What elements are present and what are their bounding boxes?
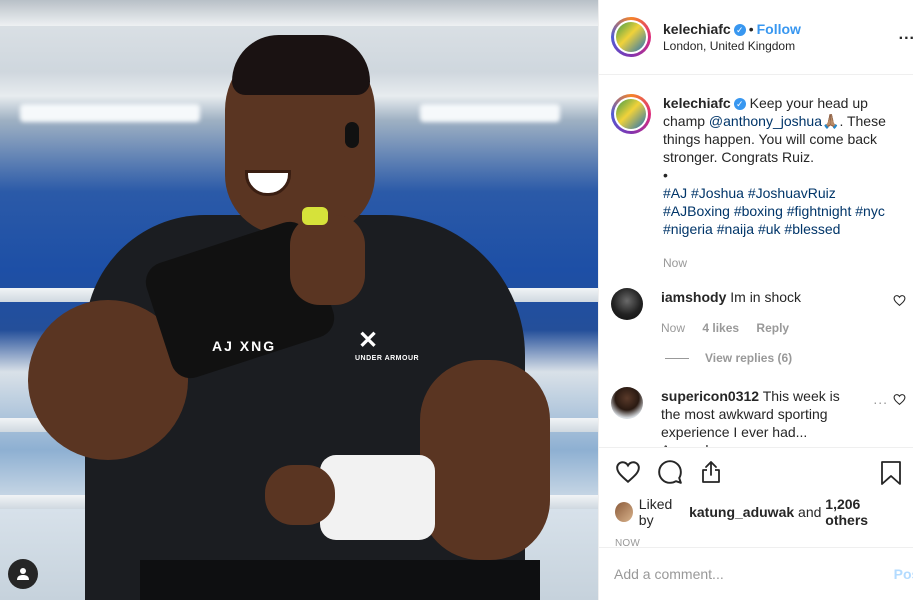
like-comment-heart-icon[interactable] bbox=[893, 294, 906, 307]
commenter-avatar[interactable] bbox=[611, 288, 643, 320]
replies-line bbox=[665, 357, 689, 359]
comment-item: supericon0312 This week is the most awkw… bbox=[599, 387, 913, 447]
verified-badge-icon: ✓ bbox=[733, 24, 746, 37]
likes-middle: and bbox=[798, 504, 822, 520]
comment-body: supericon0312 This week is the most awkw… bbox=[661, 387, 851, 447]
boxer-right-arm bbox=[420, 360, 550, 560]
commenter-username[interactable]: iamshody bbox=[661, 289, 726, 305]
comment-more-icon[interactable]: ... bbox=[873, 391, 888, 407]
pray-emoji-icon: 🙏🏽 bbox=[822, 113, 840, 129]
ceiling-light bbox=[420, 104, 560, 122]
commenter-username[interactable]: supericon0312 bbox=[661, 388, 759, 404]
hand-wrap-right bbox=[320, 455, 435, 540]
comment-text: Im in shock bbox=[730, 289, 802, 305]
like-heart-icon[interactable] bbox=[615, 459, 641, 485]
comment-time: Now bbox=[661, 321, 686, 335]
add-comment-bar: Post bbox=[599, 547, 913, 600]
ceiling-light bbox=[20, 104, 200, 122]
separator: • bbox=[748, 21, 754, 37]
post-photo[interactable]: AJ XNG ✕ UNDER ARMOUR bbox=[0, 0, 598, 600]
comment-bubble-icon[interactable] bbox=[657, 459, 683, 485]
verified-badge-icon: ✓ bbox=[733, 98, 746, 111]
shirt-text: AJ XNG bbox=[212, 338, 277, 354]
comments-section: kelechiafc ✓ Keep your head up champ @ant… bbox=[599, 76, 913, 447]
comment-meta: Now 4 likes Reply bbox=[661, 319, 871, 337]
follow-button[interactable]: Follow bbox=[757, 21, 801, 37]
comment-item: iamshody Im in shock Now 4 likes Reply bbox=[599, 288, 913, 337]
under-armour-logo: ✕ bbox=[358, 327, 379, 354]
avatar-image bbox=[616, 22, 646, 52]
earphone bbox=[345, 122, 359, 148]
comment-likes[interactable]: 4 likes bbox=[702, 321, 739, 335]
action-icons bbox=[615, 448, 901, 496]
likes-others[interactable]: 1,206 others bbox=[825, 496, 898, 528]
wrap-tape bbox=[302, 207, 328, 225]
likes-prefix: Liked by bbox=[638, 496, 673, 528]
post-sidebar: kelechiafc ✓ • Follow London, United Kingdo… bbox=[598, 0, 913, 600]
commenter-avatar[interactable] bbox=[611, 387, 643, 419]
person-icon bbox=[17, 568, 29, 580]
view-replies-label: View replies (6) bbox=[705, 351, 793, 365]
caption: kelechiafc ✓ Keep your head up champ @ant… bbox=[599, 76, 913, 272]
add-comment-input[interactable] bbox=[614, 566, 874, 582]
boxer-right-hand bbox=[265, 465, 335, 525]
share-icon[interactable] bbox=[699, 459, 723, 485]
caption-username[interactable]: kelechiafc bbox=[663, 95, 731, 111]
post-location[interactable]: London, United Kingdom bbox=[663, 39, 801, 53]
post-actions: Liked by katung_aduwak and 1,206 others … bbox=[599, 447, 913, 549]
view-replies-button[interactable]: View replies (6) bbox=[665, 351, 913, 365]
likes-summary: Liked by katung_aduwak and 1,206 others bbox=[615, 496, 898, 528]
post-header: kelechiafc ✓ • Follow London, United Kingdo… bbox=[599, 0, 913, 75]
bookmark-icon[interactable] bbox=[880, 460, 902, 486]
caption-hashtags[interactable]: #AJ #Joshua #JoshuavRuiz #AJBoxing #boxi… bbox=[663, 184, 899, 238]
author-username[interactable]: kelechiafc bbox=[663, 21, 731, 37]
user-tag-icon[interactable] bbox=[8, 559, 38, 589]
comment-body: iamshody Im in shock Now 4 likes Reply bbox=[661, 288, 871, 337]
reply-button[interactable]: Reply bbox=[756, 321, 789, 335]
caption-time: Now bbox=[663, 256, 688, 270]
more-options-icon[interactable]: ... bbox=[899, 26, 913, 44]
liker-username[interactable]: katung_aduwak bbox=[689, 504, 794, 520]
shirt-brand: UNDER ARMOUR bbox=[355, 355, 420, 362]
caption-body: kelechiafc ✓ Keep your head up champ @ant… bbox=[663, 94, 899, 272]
author-avatar[interactable] bbox=[611, 17, 651, 57]
post-comment-button[interactable]: Post bbox=[894, 566, 913, 582]
ceiling-beam bbox=[0, 0, 598, 26]
boxer-left-hand bbox=[290, 215, 365, 305]
header-text: kelechiafc ✓ • Follow London, United Kingdo… bbox=[663, 21, 801, 53]
caption-bullet: • bbox=[663, 167, 668, 183]
like-comment-heart-icon[interactable] bbox=[893, 393, 906, 406]
boxer-hair bbox=[232, 35, 370, 95]
boxer-shorts bbox=[140, 560, 540, 600]
caption-mention[interactable]: @anthony_joshua bbox=[709, 113, 822, 129]
liker-avatar[interactable] bbox=[615, 502, 633, 522]
caption-avatar[interactable] bbox=[611, 94, 651, 134]
